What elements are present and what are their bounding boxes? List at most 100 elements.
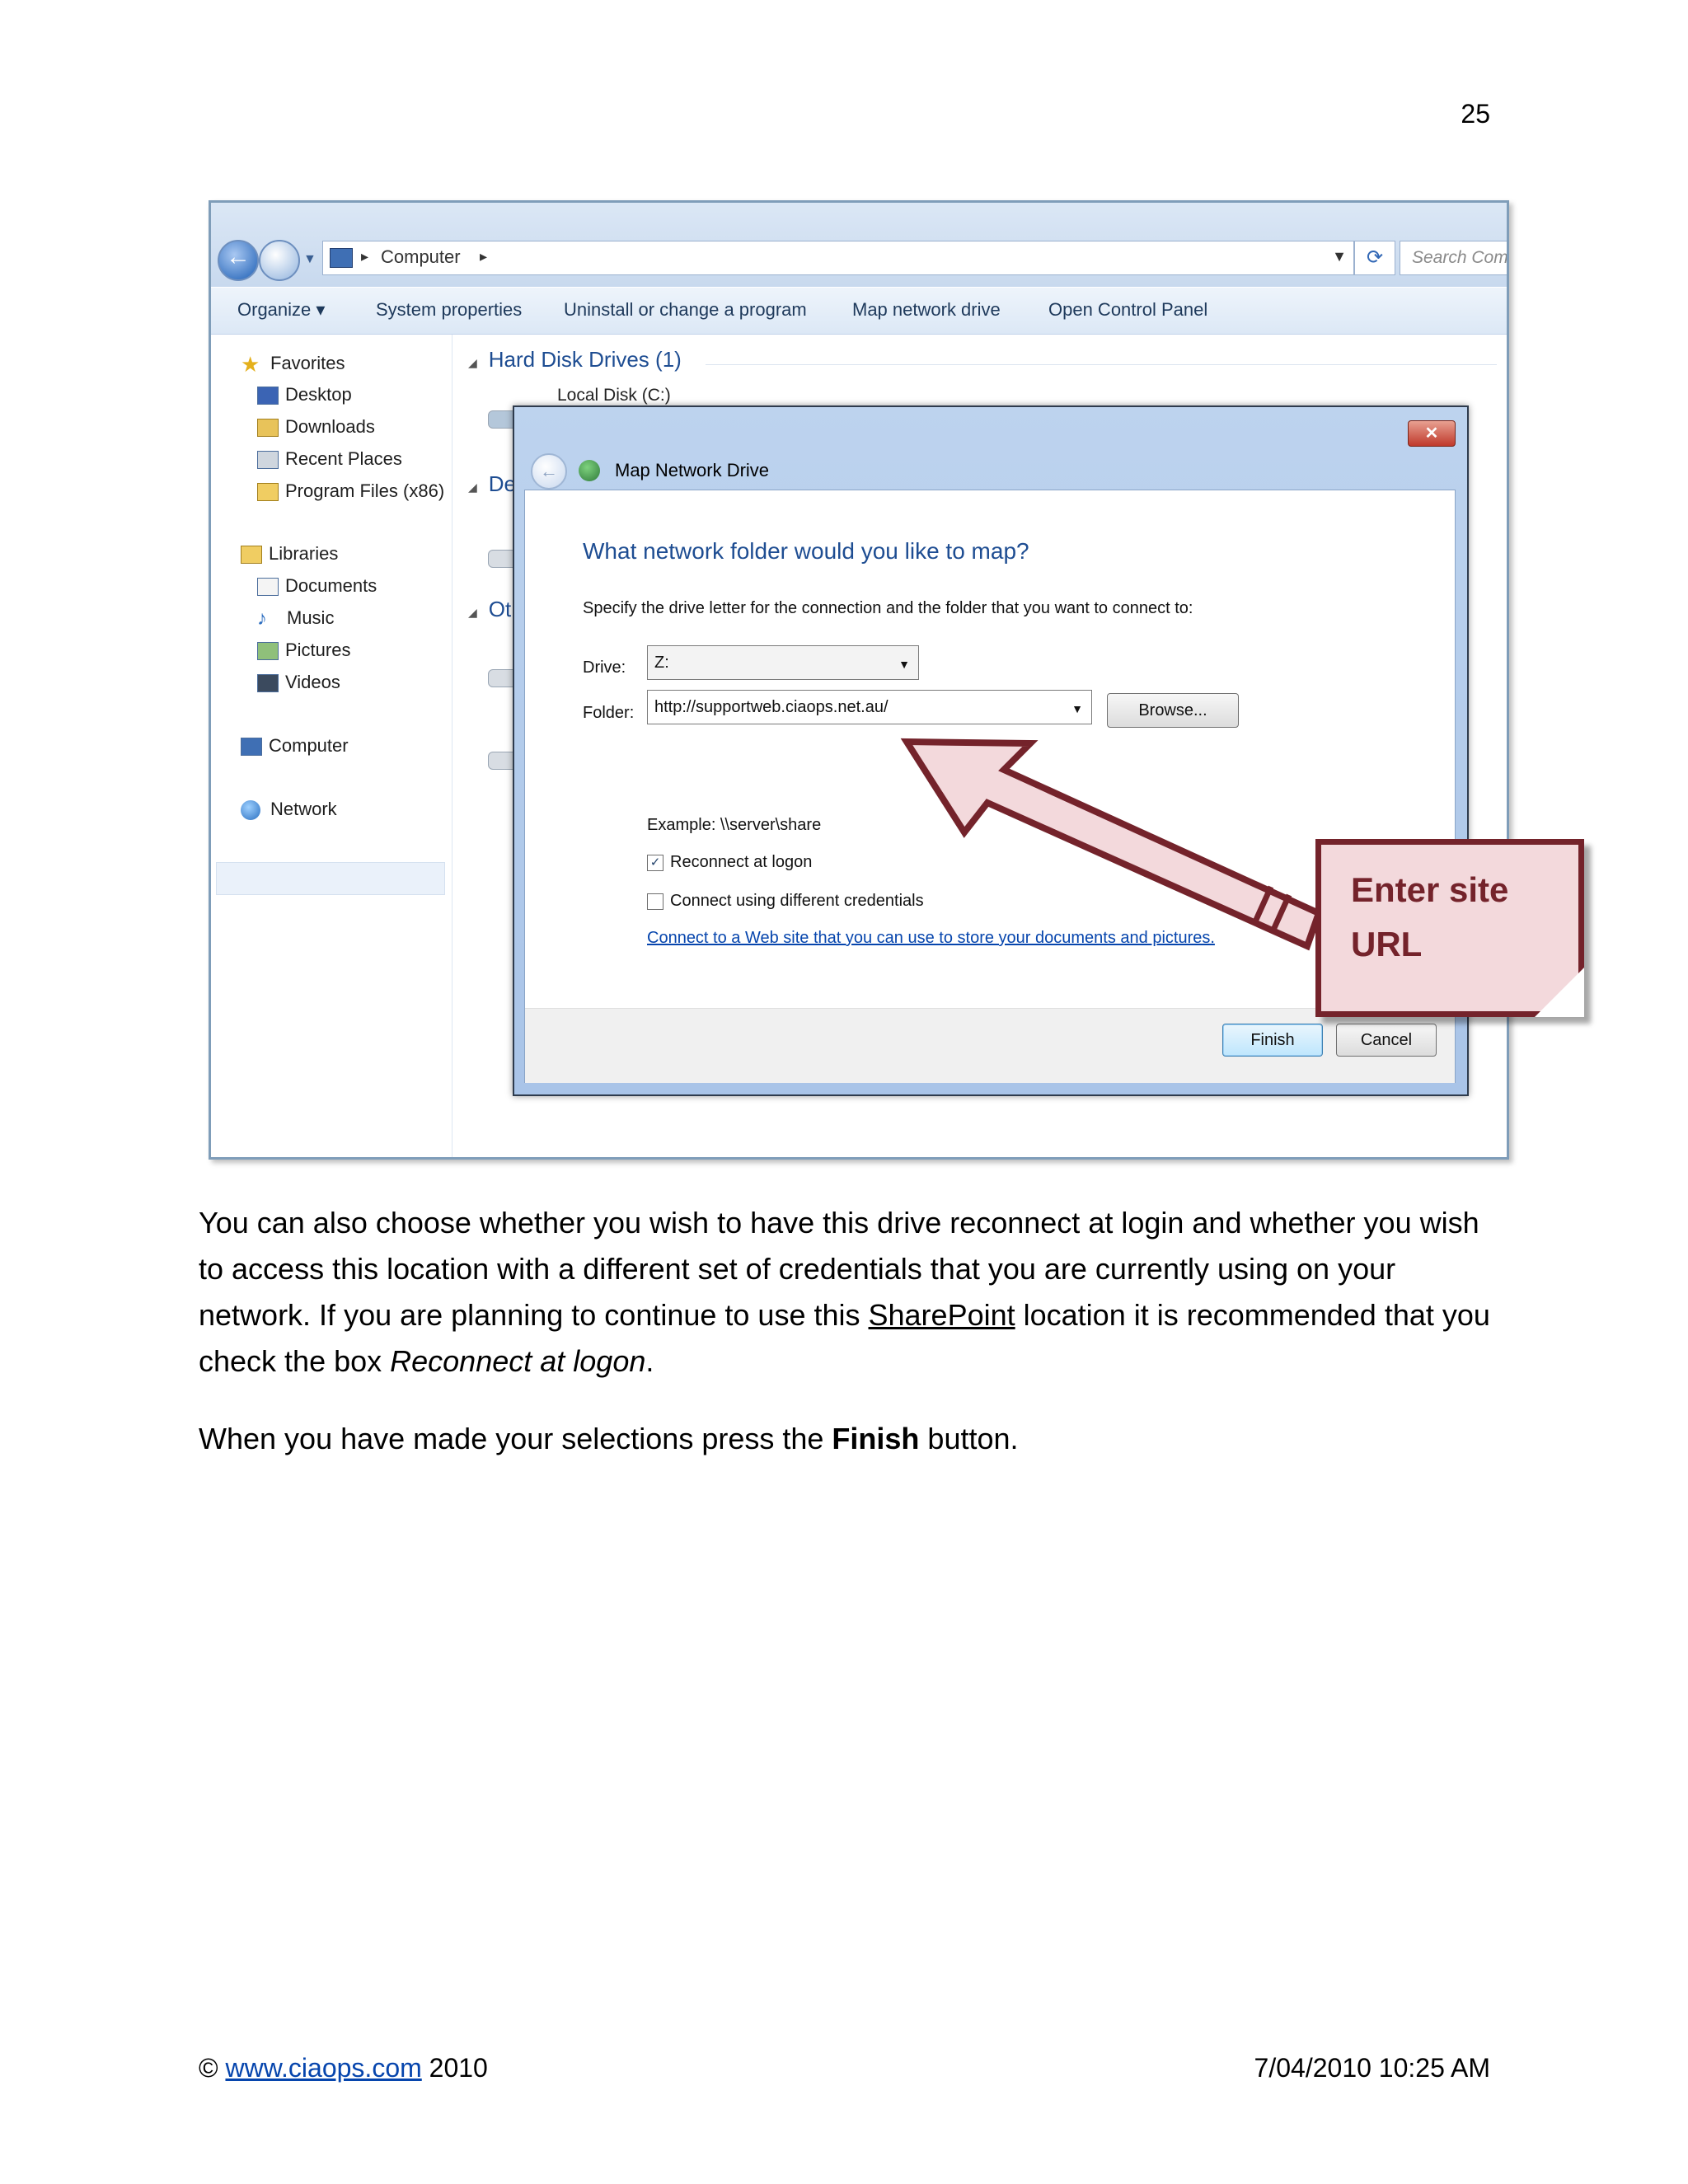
collapse-triangle-icon[interactable]: ◢ xyxy=(468,480,477,494)
nav-pictures[interactable]: Pictures xyxy=(257,640,350,661)
finish-button[interactable]: Finish xyxy=(1222,1024,1323,1057)
search-input[interactable]: Search Com xyxy=(1400,241,1507,275)
drive-label: Drive: xyxy=(583,658,626,677)
nav-desktop-label: Desktop xyxy=(285,384,352,405)
nav-documents[interactable]: Documents xyxy=(257,575,377,597)
close-button[interactable]: ✕ xyxy=(1408,420,1456,447)
libraries-icon xyxy=(241,546,262,565)
callout-line-1: Enter site xyxy=(1351,870,1509,909)
system-properties-button[interactable]: System properties xyxy=(376,299,522,321)
credentials-checkbox[interactable]: Connect using different credentials xyxy=(647,892,924,911)
organize-button[interactable]: Organize ▾ xyxy=(237,299,325,321)
paragraph-finish-text-a: When you have made your selections press… xyxy=(199,1422,832,1455)
nav-music-label: Music xyxy=(287,607,335,628)
checkbox-checked-icon[interactable]: ✓ xyxy=(647,854,663,871)
nav-downloads-label: Downloads xyxy=(285,416,375,437)
dialog-back-button[interactable]: ← xyxy=(531,453,567,490)
back-arrow-icon: ← xyxy=(226,243,251,270)
nav-documents-label: Documents xyxy=(285,575,377,596)
uninstall-program-button[interactable]: Uninstall or change a program xyxy=(564,299,807,321)
credentials-label: Connect using different credentials xyxy=(670,892,924,910)
address-dropdown-icon[interactable]: ▼ xyxy=(1332,248,1347,265)
hard-disk-drives-header: Hard Disk Drives (1) xyxy=(488,347,682,372)
checkbox-empty-icon[interactable] xyxy=(647,893,663,910)
music-note-icon: ♪ xyxy=(257,607,267,630)
dialog-instruction: Specify the drive letter for the connect… xyxy=(583,599,1193,617)
devices-group[interactable]: ◢ De xyxy=(468,471,516,497)
nav-videos[interactable]: Videos xyxy=(257,672,340,693)
pictures-icon xyxy=(257,642,279,661)
dialog-footer: Finish Cancel xyxy=(525,1008,1455,1083)
nav-videos-label: Videos xyxy=(285,672,340,692)
screenshot-explorer-window: ← ▼ ▸ Computer ▸ ▼ ⟳ Search Com Organize… xyxy=(209,200,1509,1160)
desktop-icon xyxy=(257,387,279,405)
chevron-right-icon[interactable]: ▸ xyxy=(480,248,487,265)
footer-copyright: © www.ciaops.com 2010 xyxy=(199,2053,488,2083)
recent-places-icon xyxy=(257,451,279,470)
chevron-down-icon[interactable]: ▼ xyxy=(1071,692,1083,725)
reconnect-label: Reconnect at logon xyxy=(670,853,813,871)
nav-network[interactable]: Network xyxy=(241,799,337,821)
paragraph-reconnect-end: . xyxy=(645,1344,654,1378)
refresh-icon[interactable]: ⟳ xyxy=(1354,241,1395,275)
nav-libraries-label: Libraries xyxy=(269,543,339,564)
address-bar-area: ← ▼ ▸ Computer ▸ ▼ ⟳ Search Com xyxy=(211,203,1507,287)
group-divider xyxy=(706,364,1497,365)
nav-downloads[interactable]: Downloads xyxy=(257,416,375,438)
chevron-right-icon[interactable]: ▸ xyxy=(361,248,368,265)
annotation-arrow xyxy=(900,738,1323,951)
collapse-triangle-icon[interactable]: ◢ xyxy=(468,606,477,619)
reconnect-checkbox[interactable]: ✓ Reconnect at logon xyxy=(647,853,812,872)
hard-disk-drives-group[interactable]: ◢ Hard Disk Drives (1) xyxy=(468,347,682,373)
address-box[interactable]: ▸ Computer ▸ ▼ xyxy=(322,241,1354,275)
nav-program-files[interactable]: Program Files (x86) xyxy=(257,480,444,502)
downloads-folder-icon xyxy=(257,419,279,438)
nav-desktop[interactable]: Desktop xyxy=(257,384,352,405)
nav-computer[interactable]: Computer xyxy=(241,735,349,757)
map-drive-icon xyxy=(579,460,600,481)
dialog-title: Map Network Drive xyxy=(615,460,770,480)
network-globe-icon xyxy=(241,800,260,821)
paragraph-finish: When you have made your selections press… xyxy=(199,1416,1501,1462)
breadcrumb-computer[interactable]: Computer xyxy=(381,246,461,268)
other-group[interactable]: ◢ Ot xyxy=(468,597,511,622)
history-dropdown-icon[interactable]: ▼ xyxy=(303,252,316,267)
other-header: Ot xyxy=(488,597,512,621)
cancel-button[interactable]: Cancel xyxy=(1336,1024,1437,1057)
paragraph-finish-text-b: button. xyxy=(919,1422,1019,1455)
drive-select-value: Z: xyxy=(654,654,669,672)
callout-text: Enter site URL xyxy=(1351,863,1508,972)
nav-music[interactable]: ♪ Music xyxy=(257,607,334,630)
dialog-heading: What network folder would you like to ma… xyxy=(583,538,1029,564)
nav-recent-places-label: Recent Places xyxy=(285,448,402,469)
nav-recent-places[interactable]: Recent Places xyxy=(257,448,402,470)
command-toolbar: Organize ▾ System properties Uninstall o… xyxy=(211,288,1507,335)
nav-program-files-label: Program Files (x86) xyxy=(285,480,445,501)
nav-favorites-label: Favorites xyxy=(270,353,345,373)
nav-libraries[interactable]: Libraries xyxy=(241,543,338,565)
annotation-callout: Enter site URL xyxy=(1315,839,1584,1017)
chevron-down-icon[interactable]: ▼ xyxy=(898,648,910,681)
nav-pictures-label: Pictures xyxy=(285,640,351,660)
folder-input[interactable]: http://supportweb.ciaops.net.au/ ▼ xyxy=(647,690,1092,724)
nav-computer-label: Computer xyxy=(269,735,349,756)
computer-icon xyxy=(330,248,353,268)
browse-button[interactable]: Browse... xyxy=(1107,693,1239,728)
folder-input-value: http://supportweb.ciaops.net.au/ xyxy=(654,698,889,716)
star-icon: ★ xyxy=(241,352,260,377)
map-network-drive-button[interactable]: Map network drive xyxy=(852,299,1001,321)
local-disk-label[interactable]: Local Disk (C:) xyxy=(557,386,671,405)
folder-icon xyxy=(257,483,279,502)
drive-select[interactable]: Z: ▼ xyxy=(647,645,919,680)
nav-favorites[interactable]: ★ Favorites xyxy=(241,352,345,377)
sharepoint-text: SharePoint xyxy=(868,1298,1015,1332)
videos-icon xyxy=(257,674,279,693)
footer-website-link[interactable]: www.ciaops.com xyxy=(225,2053,421,2083)
page-curl-corner xyxy=(1535,968,1584,1017)
collapse-triangle-icon[interactable]: ◢ xyxy=(468,356,477,369)
documents-icon xyxy=(257,578,279,597)
page-number: 25 xyxy=(1461,99,1490,129)
forward-button[interactable] xyxy=(259,240,300,281)
back-button[interactable]: ← xyxy=(218,240,259,281)
open-control-panel-button[interactable]: Open Control Panel xyxy=(1048,299,1207,321)
